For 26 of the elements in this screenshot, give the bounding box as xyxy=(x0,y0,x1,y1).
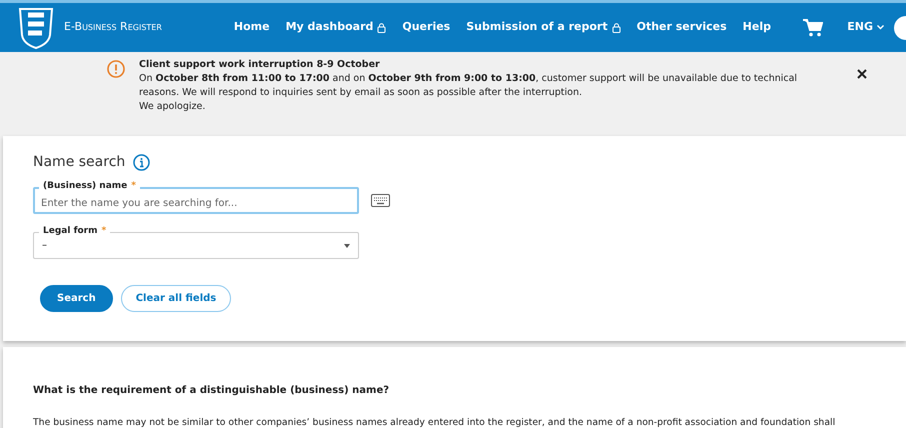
field-label: Legal form * xyxy=(39,226,110,237)
coat-of-arms-icon[interactable] xyxy=(16,6,56,50)
nav-link[interactable]: Help xyxy=(742,19,771,36)
notice-text: We apologize. xyxy=(139,100,206,114)
cart-icon[interactable] xyxy=(803,18,824,36)
section-title: Name search xyxy=(33,153,126,172)
caret-icon xyxy=(344,244,350,248)
brand-name[interactable]: E-Business Register xyxy=(64,19,162,36)
caret-icon xyxy=(877,25,884,30)
warning-icon xyxy=(107,60,125,78)
clear-button[interactable]: Clear all fields xyxy=(120,285,232,312)
nav-link[interactable]: Submission of a report xyxy=(466,19,621,36)
nav-link[interactable]: Home xyxy=(234,19,270,36)
nav-link[interactable]: Other services xyxy=(636,19,727,36)
user-button[interactable] xyxy=(894,16,906,40)
notice-title: Client support work interruption 8-9 October xyxy=(139,58,381,72)
info-icon[interactable] xyxy=(133,154,150,171)
info-paragraph: The business name may not be similar to other companies’ business names already entered into the register, and the name of a non-profit association and foundation shall xyxy=(33,416,836,428)
keyboard-icon[interactable] xyxy=(371,194,390,207)
question-heading: What is the requirement of a distinguishable (business) name? xyxy=(33,384,390,398)
language-selector[interactable]: ENG xyxy=(847,19,884,36)
search-button[interactable]: Search xyxy=(40,285,113,312)
notice-text: On October 8th from 11:00 to 17:00 and on October 9th from 9:00 to 13:00, customer support will be unavailable due to technical reasons. We will respond to inquiries sent by email as soon as possible after the interruption. xyxy=(139,72,798,100)
nav-link[interactable]: My dashboard xyxy=(286,19,386,36)
nav-link[interactable]: Queries xyxy=(402,19,450,36)
field-label: (Business) name * xyxy=(39,181,140,192)
